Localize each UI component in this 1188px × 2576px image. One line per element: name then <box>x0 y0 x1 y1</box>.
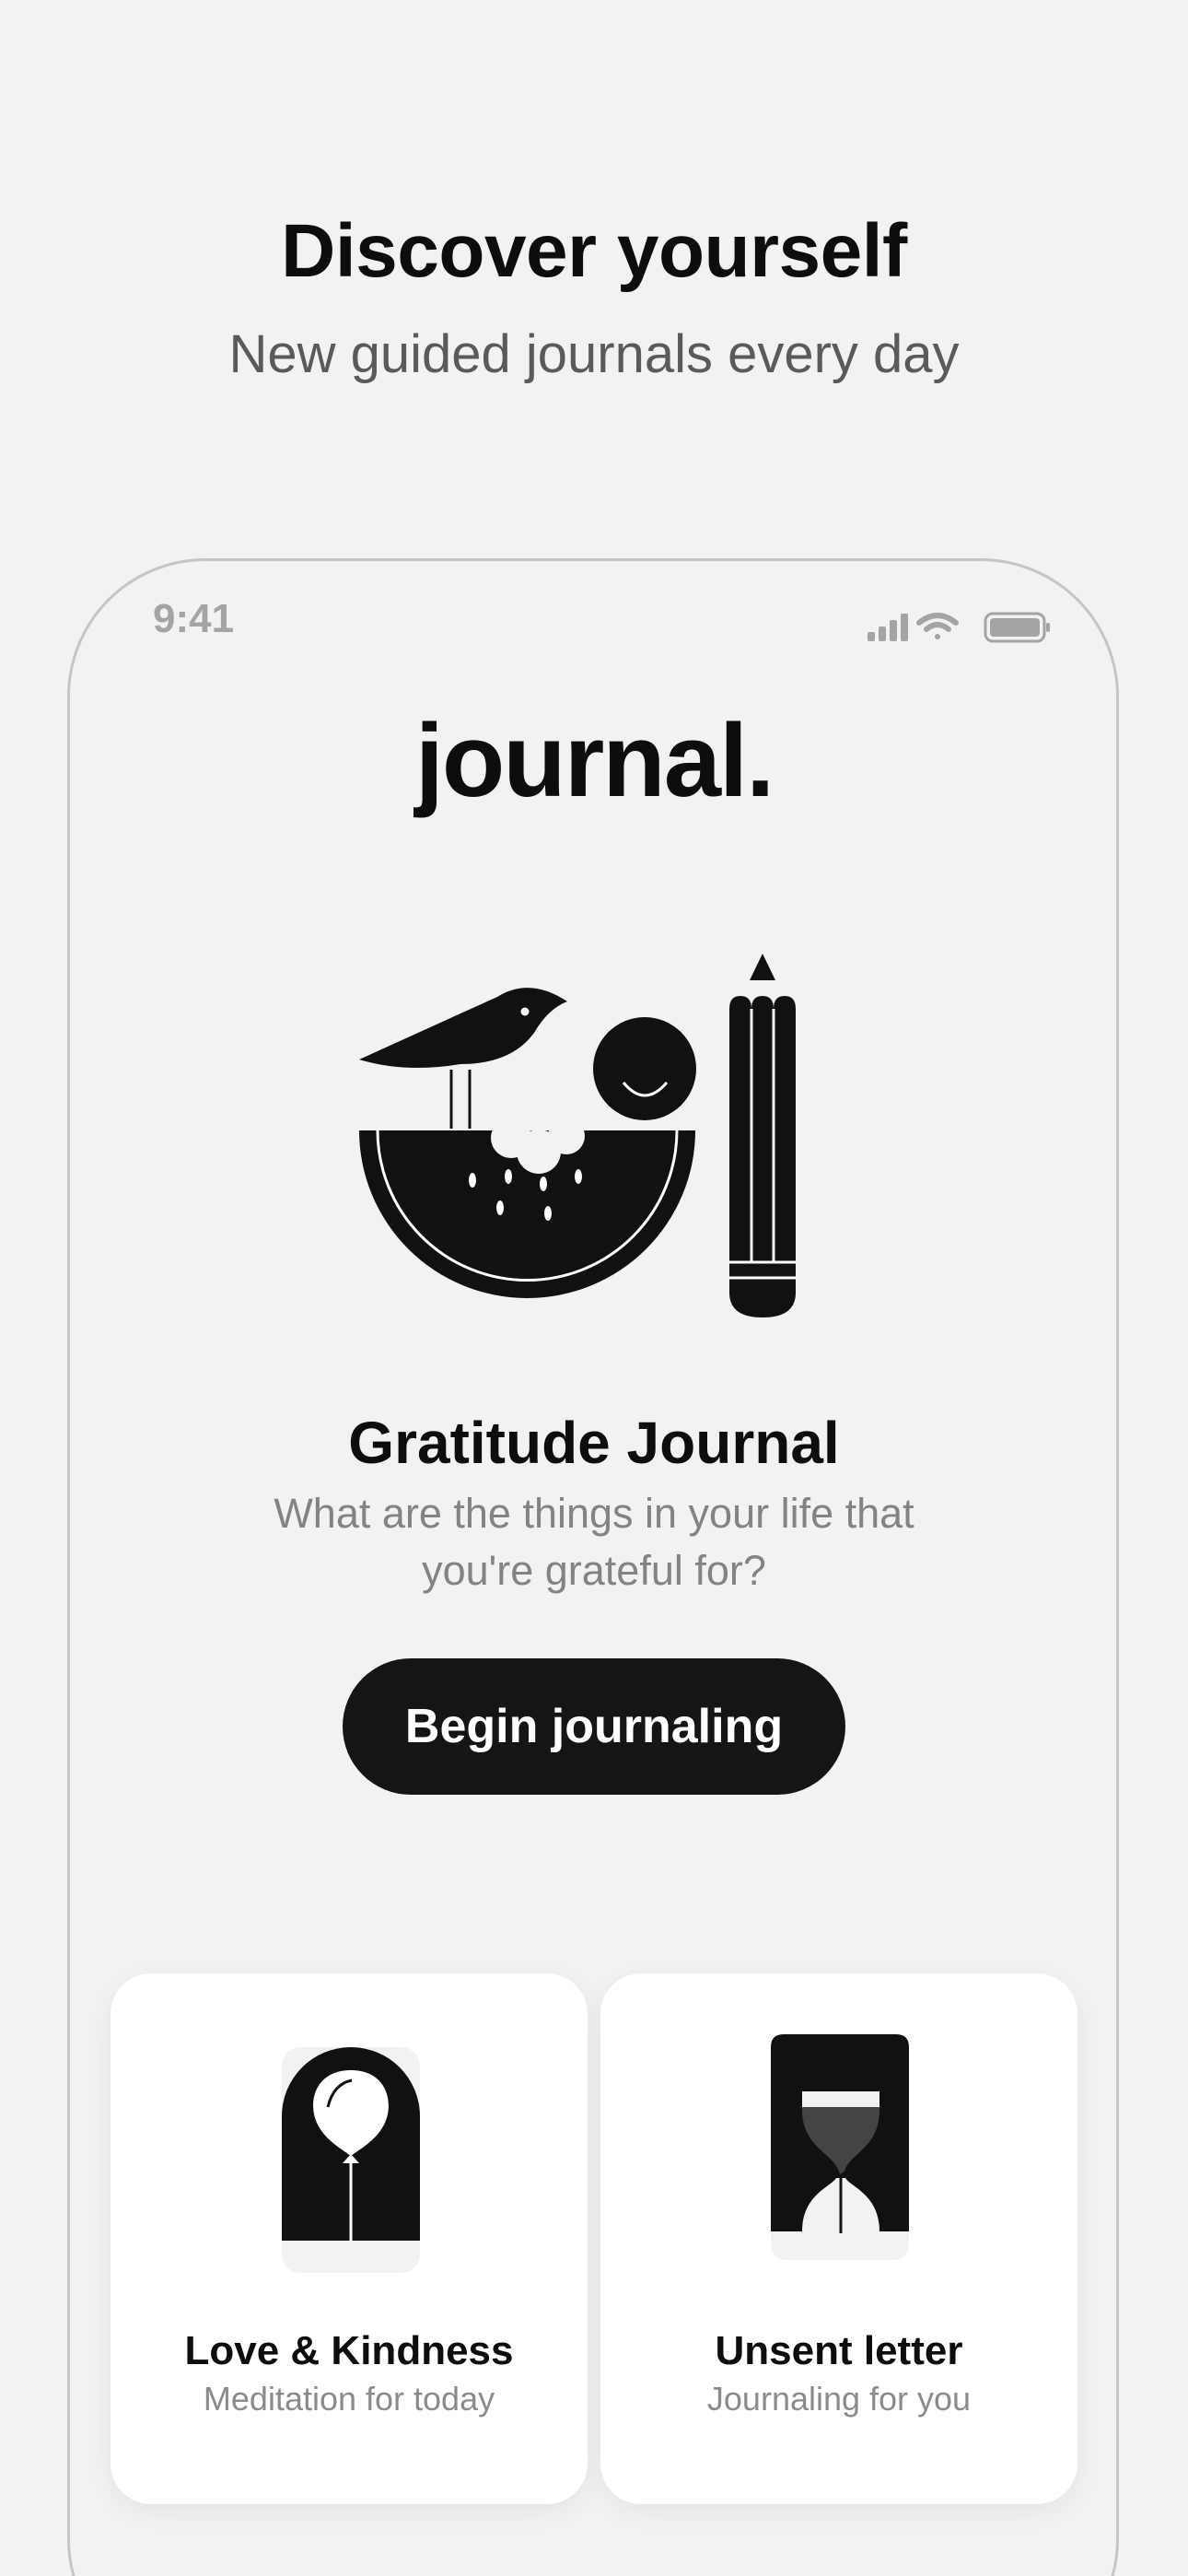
bird-icon <box>359 988 567 1129</box>
page-title: Discover yourself <box>281 209 907 293</box>
page-subtitle: New guided journals every day <box>228 324 960 384</box>
journal-title: Gratitude Journal <box>348 1410 840 1476</box>
journal-description: What are the things in your life that yo… <box>274 1490 914 1594</box>
hourglass-icon <box>771 2034 909 2260</box>
watermelon-icon <box>359 1118 695 1298</box>
wifi-icon <box>916 613 959 639</box>
card-title: Unsent letter <box>715 2328 963 2373</box>
card-title: Love & Kindness <box>184 2328 514 2373</box>
card-unsent-letter[interactable]: Unsent letter Journaling for you <box>600 1973 1077 2504</box>
smile-ball-icon <box>593 1017 696 1120</box>
balloon-icon <box>282 2047 420 2273</box>
pencil-icon <box>729 954 796 1317</box>
card-subtitle: Journaling for you <box>706 2380 972 2418</box>
app-store-screenshot: Discover yourself New guided journals ev… <box>0 0 1188 2576</box>
app-logo: journal. <box>414 703 775 818</box>
card-love-kindness[interactable]: Love & Kindness Meditation for today <box>111 1973 588 2504</box>
status-time: 9:41 <box>153 596 235 641</box>
bird-watermelon-pencil-illustration <box>359 954 796 1317</box>
status-icons <box>868 612 1050 643</box>
cellular-signal-icon <box>868 614 908 641</box>
card-subtitle: Meditation for today <box>203 2380 495 2418</box>
battery-icon <box>984 612 1050 643</box>
begin-journaling-button[interactable]: Begin journaling <box>343 1658 845 1795</box>
